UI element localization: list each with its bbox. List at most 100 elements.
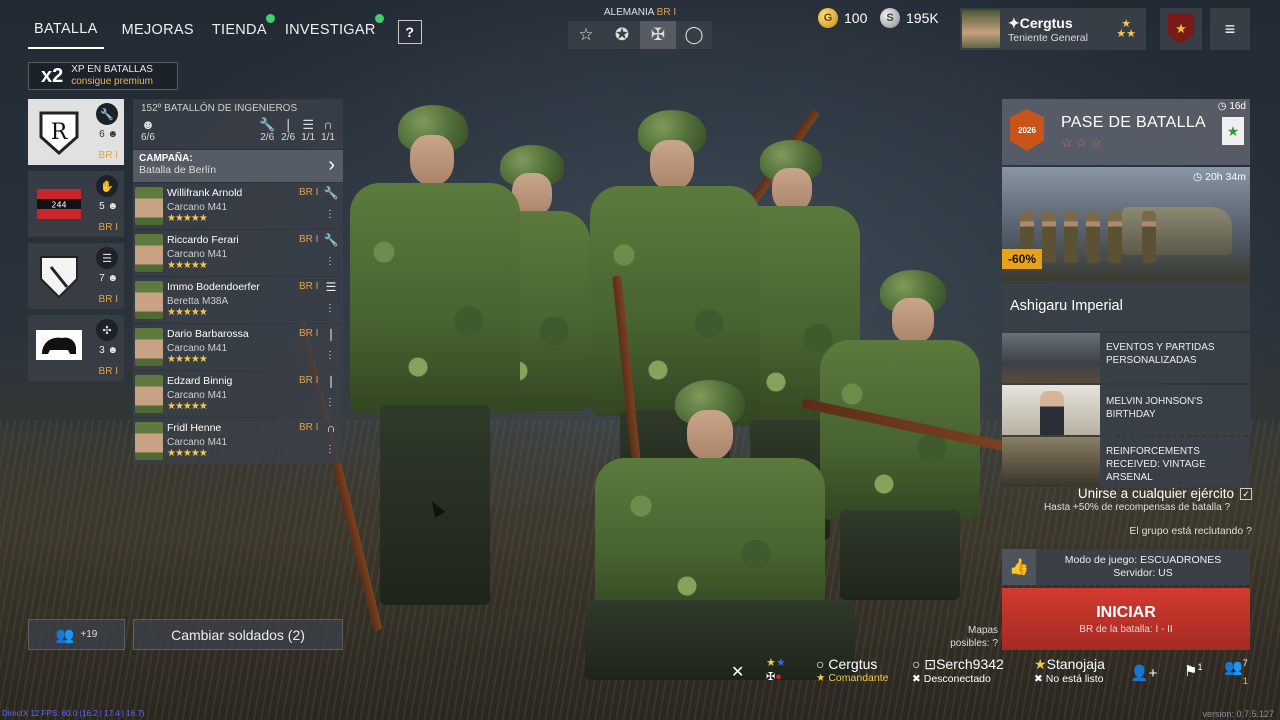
xp-multiplier: x2 (41, 64, 64, 87)
soldier-rank-stars: ★★★★★ (167, 213, 208, 224)
invite-player-icon[interactable]: 👤+ (1130, 664, 1157, 682)
help-button[interactable]: ? (397, 19, 422, 44)
eagle-icon: ✦ (1008, 14, 1020, 31)
headset-icon: ∩ (323, 117, 333, 132)
game-mode-panel[interactable]: 👍 Modo de juego: ESCUADRONES Servidor: U… (1002, 549, 1250, 585)
rank-badge-button[interactable]: ★ (1160, 8, 1202, 50)
version-label: version: 0.7.5.127 (1202, 709, 1274, 719)
premium-link[interactable]: consigue premium (71, 76, 153, 88)
start-battle-button[interactable]: INICIAR BR de la batalla: I - II (1002, 588, 1250, 650)
radio-slot-stat: ∩ 1/1 (321, 117, 335, 144)
tank-crew-icon: ✋ (96, 175, 118, 197)
thumbs-up-icon[interactable]: 👍 (1002, 549, 1036, 585)
soldier-portrait (135, 187, 163, 225)
battle-pass-stars: ☆☆☆ (1061, 135, 1105, 150)
soldier-portrait (135, 234, 163, 272)
tab-research[interactable]: INVESTIGAR (285, 14, 384, 48)
headset-icon: ∩ (326, 421, 336, 435)
promo-banner[interactable]: ◷ 20h 34m -60% (1002, 167, 1250, 281)
nation-tabs: ☆ ✪ ✠ ◯ (568, 21, 712, 49)
menu-button[interactable]: ≡ (1210, 8, 1250, 50)
svg-text:R: R (51, 120, 69, 145)
rank-shield-icon: ★ (1168, 14, 1194, 44)
soldier-rank-stars: ★★★★★ (167, 260, 208, 271)
friends-group-icon: 👥 (55, 626, 75, 644)
soldier-rank-stars: ★★★★★ (167, 401, 208, 412)
party-member[interactable]: ○ Cergtus ★ Comandante (816, 656, 888, 684)
bullet-icon: ❘ (325, 327, 337, 341)
more-icon[interactable]: ⋮ (325, 303, 335, 314)
main-tabs: BATALLA MEJORAS TIENDA INVESTIGAR ? (28, 14, 422, 49)
campaign-selector[interactable]: CAMPAÑA: Batalla de Berlín › (133, 150, 343, 182)
group-recruiting-toggle[interactable]: El grupo está reclutando ? (1002, 525, 1252, 537)
checkbox-checked-icon[interactable]: ✓ (1240, 488, 1252, 501)
soldier-row[interactable]: Edzard Binnig Carcano M41 ★★★★★ BR I ❘ ⋮ (133, 371, 343, 417)
close-party-icon[interactable]: ✕ (731, 662, 744, 682)
squad-card-engineers[interactable]: R 🔧 6 ☻ BR I (28, 99, 124, 165)
people-icon[interactable]: 👥7 1 (1224, 658, 1248, 686)
silver-balance[interactable]: S 195K (880, 8, 939, 28)
soldier-rank-stars: ★★★★★ (167, 448, 208, 459)
chevron-right-icon: › (328, 154, 335, 176)
rank-star-icon: ★ (1034, 656, 1047, 672)
usa-star-icon[interactable]: ☆ (568, 21, 604, 49)
battle-pass-timer: ◷ 16d (1217, 101, 1246, 112)
armored-car-image (1122, 207, 1232, 255)
flag-icon[interactable]: ⚑1 (1184, 662, 1202, 680)
possible-maps[interactable]: Mapas posibles: ? (930, 624, 998, 650)
tab-upgrades[interactable]: MEJORAS (122, 15, 194, 48)
star-reward-icon: ★ (1222, 117, 1244, 145)
engineer-slot-stat: 🔧 2/6 (259, 117, 276, 144)
party-member[interactable]: ○ ⊡Serch9342 ✖ Desconectado (912, 656, 1004, 685)
star-icon: ★ (816, 672, 826, 684)
soldier-row[interactable]: Fridl Henne Carcano M41 ★★★★★ BR I ∩ ⋮ (133, 418, 343, 464)
soldier-row[interactable]: Immo Bodendoerfer Beretta M38A ★★★★★ BR … (133, 277, 343, 323)
help-circle-icon: ? (992, 638, 998, 649)
more-icon[interactable]: ⋮ (325, 256, 335, 267)
japan-circle-icon[interactable]: ◯ (676, 21, 712, 49)
clock-icon: ◷ (1193, 171, 1203, 183)
squad-title: 152º BATALLÓN DE INGENIEROS (141, 103, 298, 114)
wrench-icon: 🔧 (323, 233, 339, 247)
promo-title[interactable]: Ashigaru Imperial (1002, 281, 1250, 331)
event-thumbnail (1002, 385, 1100, 435)
friends-button[interactable]: 👥 +19 (28, 619, 125, 650)
squad-illustration (296, 95, 1010, 715)
more-icon[interactable]: ⋮ (325, 444, 335, 455)
more-icon[interactable]: ⋮ (325, 397, 335, 408)
player-profile[interactable]: ✦Cergtus Teniente General ★ ★★ (960, 8, 1146, 50)
server-label: Servidor: US (1113, 567, 1173, 579)
gold-balance[interactable]: G 100 (818, 8, 867, 28)
ussr-star-icon[interactable]: ✪ (604, 21, 640, 49)
xp-boost-banner[interactable]: x2 XP EN BATALLAS consigue premium (28, 62, 178, 90)
squad-list: R 🔧 6 ☻ BR I 244 ✋ 5 ☻ BR I ☰ 7 ☻ BR I ✣… (28, 99, 124, 387)
battle-pass-card[interactable]: 2026 PASE DE BATALLA ☆☆☆ ◷ 16d ★ (1002, 99, 1250, 165)
squad-card-bison[interactable]: ✣ 3 ☻ BR I (28, 315, 124, 381)
germany-cross-icon[interactable]: ✠ (640, 21, 676, 49)
tank-flag-emblem-icon: 244 (34, 179, 84, 229)
join-any-army-toggle[interactable]: Unirse a cualquier ejército ✓ (1002, 486, 1252, 501)
tab-store[interactable]: TIENDA (212, 14, 275, 48)
soldier-row[interactable]: Dario Barbarossa Carcano M41 ★★★★★ BR I … (133, 324, 343, 370)
soldier-rank-stars: ★★★★★ (167, 307, 208, 318)
squad-card-radio[interactable]: ☰ 7 ☻ BR I (28, 243, 124, 309)
soldier-row[interactable]: Riccardo Ferari Carcano M41 ★★★★★ BR I 🔧… (133, 230, 343, 276)
soldier-row[interactable]: Willifrank Arnold Carcano M41 ★★★★★ BR I… (133, 183, 343, 229)
tab-battle[interactable]: BATALLA (28, 14, 104, 49)
change-soldiers-button[interactable]: Cambiar soldados (2) (133, 619, 343, 650)
help-circle-icon: ? (1224, 502, 1230, 513)
discount-badge: -60% (1002, 249, 1043, 269)
event-item[interactable]: REINFORCEMENTS RECEIVED: VINTAGE ARSENAL (1002, 437, 1250, 487)
party-member[interactable]: ★Stanojaja ✖ No está listo (1034, 656, 1105, 685)
svg-text:244: 244 (51, 201, 66, 210)
squad-card-tank[interactable]: 244 ✋ 5 ☻ BR I (28, 171, 124, 237)
more-icon[interactable]: ⋮ (325, 350, 335, 361)
more-icon[interactable]: ⋮ (325, 209, 335, 220)
event-item[interactable]: MELVIN JOHNSON'S BIRTHDAY (1002, 385, 1250, 435)
event-item[interactable]: EVENTOS Y PARTIDAS PERSONALIZADAS (1002, 333, 1250, 383)
bison-emblem-icon (34, 323, 84, 373)
soldier-count-stat: ☻ 6/6 (141, 117, 155, 144)
soldier-portrait (135, 328, 163, 366)
nation-label: ALEMANIA BR I (603, 7, 677, 18)
shield-emblem-icon (34, 251, 84, 301)
